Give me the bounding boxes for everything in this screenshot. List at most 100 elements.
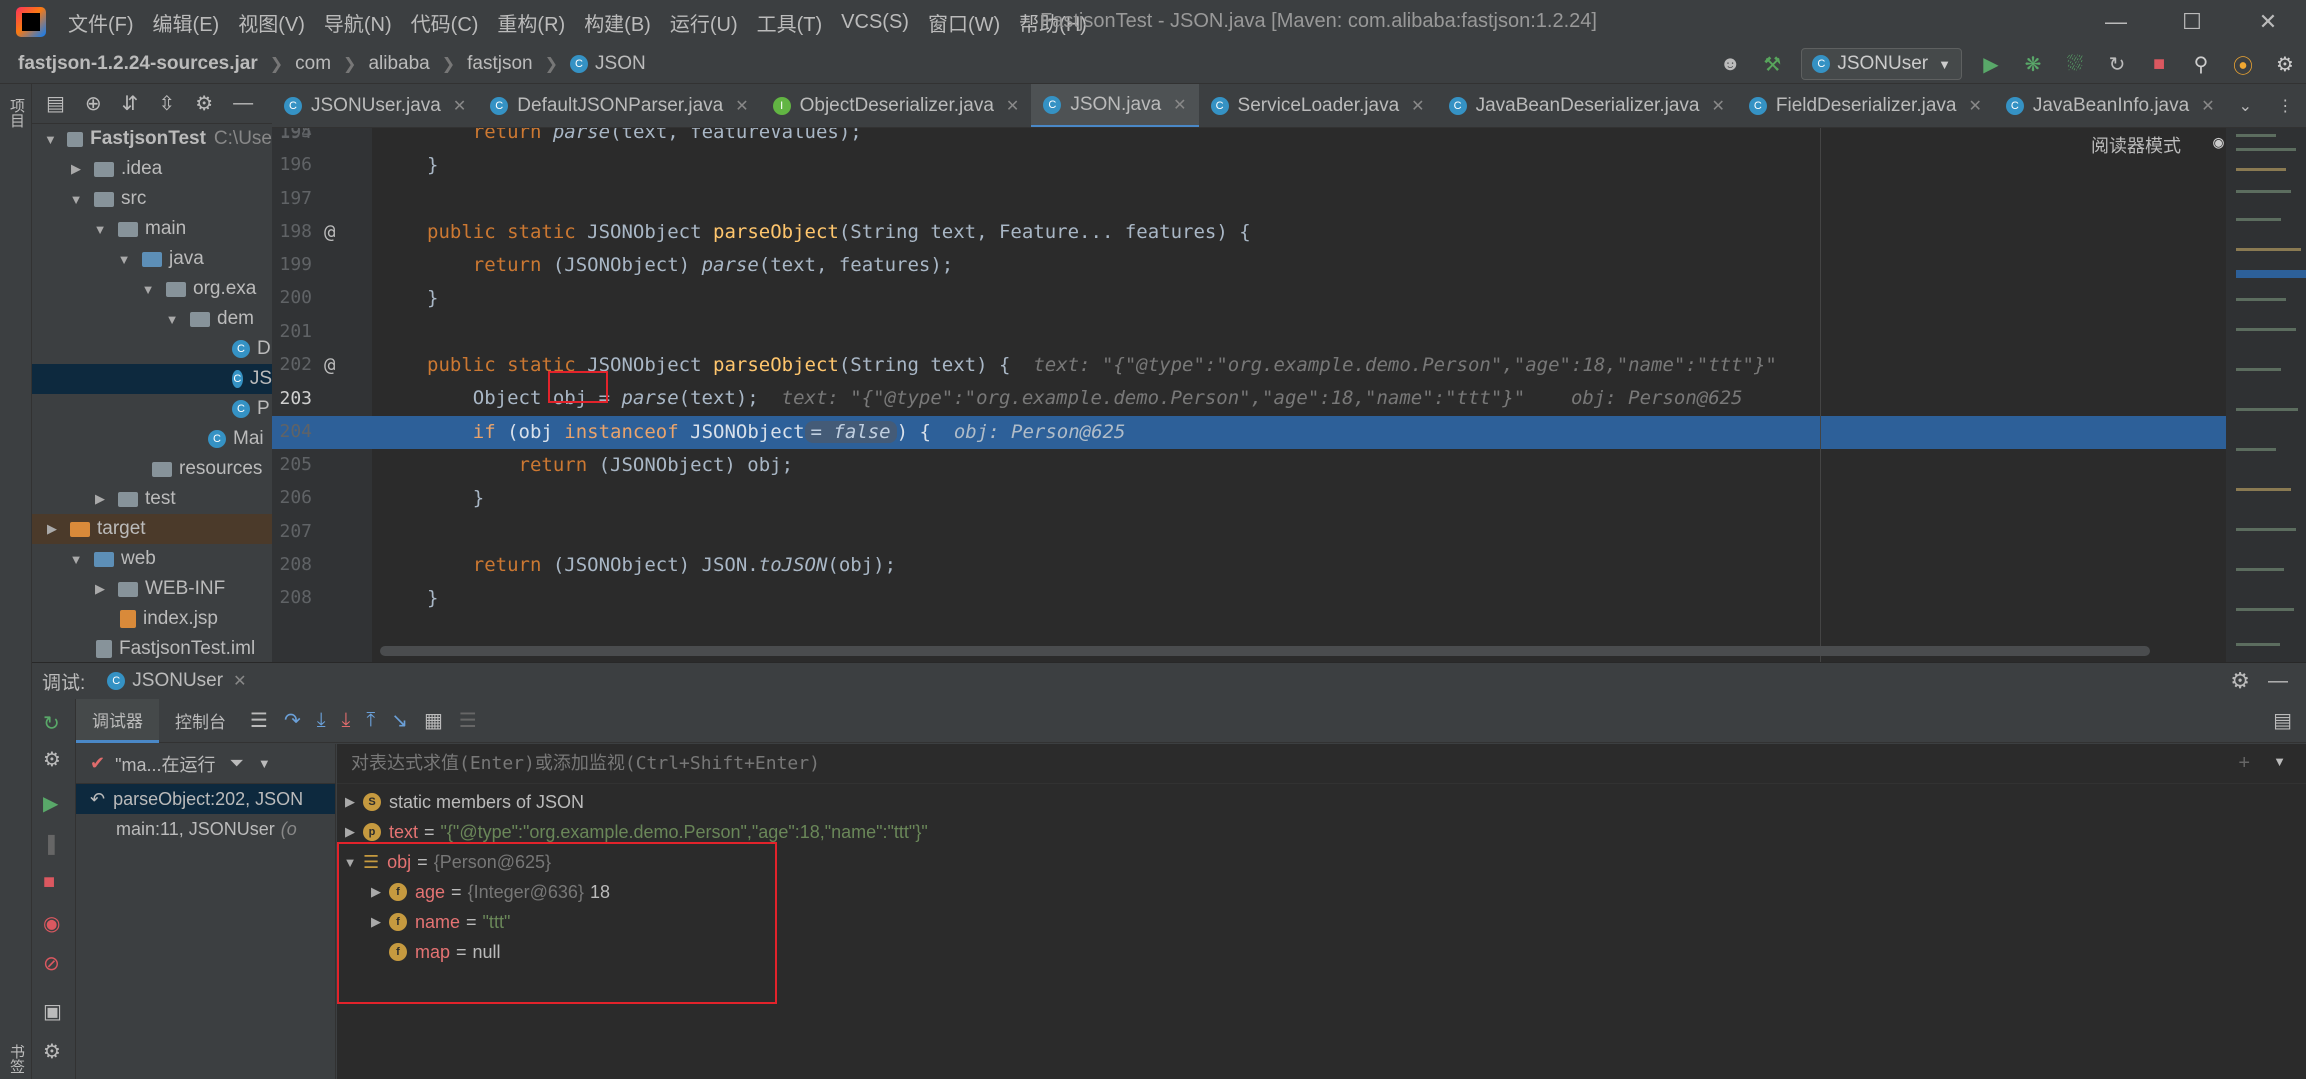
close-icon[interactable]: ✕ [735, 96, 748, 116]
tree-item[interactable]: ▼ java [32, 244, 272, 274]
chevron-down-icon[interactable]: ▼ [68, 192, 84, 207]
build-hammer-icon[interactable]: ⚒ [1755, 47, 1789, 81]
chevron-right-icon[interactable]: ▶ [92, 491, 108, 507]
update-icon[interactable]: ⦿ [2226, 47, 2260, 81]
settings-icon[interactable]: ⚙ [2268, 47, 2302, 81]
tree-item-selected[interactable]: C JS [32, 364, 272, 394]
wrench-icon[interactable]: ⚙ [43, 747, 61, 772]
menu-window[interactable]: 窗口(W) [928, 8, 1000, 37]
close-icon[interactable]: ✕ [1411, 96, 1424, 116]
user-icon[interactable]: ☻ [1713, 47, 1747, 81]
settings-icon[interactable]: ⚙ [43, 1039, 61, 1064]
tab-serviceloader[interactable]: C ServiceLoader.java ✕ [1199, 84, 1437, 127]
run-icon[interactable]: ▶ [1974, 47, 2008, 81]
tree-item[interactable]: CD [32, 334, 272, 364]
override-at-icon[interactable]: @ [324, 216, 335, 249]
step-into-icon[interactable]: ⤓ [317, 709, 326, 732]
menu-navigate[interactable]: 导航(N) [324, 8, 392, 37]
chevron-right-icon[interactable]: ▶ [337, 824, 363, 840]
force-step-into-icon[interactable]: ⤓ [342, 709, 351, 732]
chevron-down-icon[interactable]: ▼ [68, 552, 84, 567]
tree-item[interactable]: CP [32, 394, 272, 424]
tree-item[interactable]: ▼ FastjsonTest C:\Use [32, 124, 272, 154]
pause-icon[interactable]: ❚ [43, 831, 60, 856]
tab-jsonuser[interactable]: C JSONUser.java ✕ [272, 84, 478, 127]
chevron-down-icon[interactable]: ▼ [2273, 754, 2286, 769]
menu-lines-icon[interactable]: ☰ [250, 708, 268, 733]
thread-selector[interactable]: ✔ "ma...在运行 ⏷ ▼ [76, 744, 335, 784]
stop-icon[interactable]: ■ [2142, 47, 2176, 81]
breadcrumb-alibaba[interactable]: alibaba [368, 53, 429, 75]
trace-icon[interactable]: ☰ [459, 708, 477, 733]
camera-icon[interactable]: ▣ [43, 999, 62, 1024]
tab-defaultjsonparser[interactable]: C DefaultJSONParser.java ✕ [478, 84, 760, 127]
variable-row[interactable]: ▶ S static members of JSON [337, 787, 584, 817]
gear-icon[interactable]: ⚙ [195, 91, 213, 116]
tree-item[interactable]: FastjsonTest.iml [32, 634, 272, 662]
step-out-icon[interactable]: ⤒ [366, 709, 375, 732]
menu-vcs[interactable]: VCS(S) [841, 11, 909, 34]
coverage-icon[interactable]: ⛆ [2058, 47, 2092, 81]
code-minimap[interactable] [2226, 128, 2306, 662]
menu-file[interactable]: 文件(F) [68, 8, 134, 37]
chevron-down-icon[interactable]: ▼ [258, 756, 271, 771]
debug-session-tab[interactable]: JSONUser [132, 670, 223, 692]
tree-item[interactable]: ▼ src [32, 184, 272, 214]
rerun-icon[interactable]: ↻ [43, 711, 60, 736]
breadcrumb-com[interactable]: com [295, 53, 331, 75]
tab-fielddeserializer[interactable]: C FieldDeserializer.java ✕ [1737, 84, 1994, 127]
tab-javabeandeserializer[interactable]: C JavaBeanDeserializer.java ✕ [1437, 84, 1737, 127]
evaluate-expression-input[interactable]: 对表达式求值(Enter)或添加监视(Ctrl+Shift+Enter) [337, 744, 2306, 784]
stack-frame[interactable]: main:11, JSONUser (o [76, 814, 335, 844]
run-to-cursor-icon[interactable]: ↘ [391, 708, 408, 733]
breadcrumb-json[interactable]: JSON [595, 53, 646, 75]
menu-tools[interactable]: 工具(T) [757, 8, 823, 37]
close-icon[interactable]: ✕ [2201, 96, 2214, 116]
chevron-right-icon[interactable]: ▶ [68, 161, 84, 177]
gear-icon[interactable]: ⚙ [2230, 668, 2250, 694]
chevron-down-icon[interactable]: ▼ [116, 252, 132, 267]
code-editor[interactable]: 阅读器模式 ◉ ✓ 194 return parse(text, feature… [272, 128, 2306, 662]
tree-item[interactable]: resources [32, 454, 272, 484]
collapse-all-icon[interactable]: ⇳ [158, 91, 175, 116]
chevron-down-icon[interactable]: ▼ [164, 312, 180, 327]
close-icon[interactable]: ✕ [1968, 96, 1981, 116]
tree-item[interactable]: ▶ WEB-INF [32, 574, 272, 604]
tab-json[interactable]: C JSON.java ✕ [1031, 84, 1199, 127]
chevron-right-icon[interactable]: ▶ [44, 521, 60, 537]
chevron-down-icon[interactable]: ▼ [44, 132, 57, 147]
tree-item[interactable]: ▼ main [32, 214, 272, 244]
tab-javabeaninfo[interactable]: C JavaBeanInfo.java ✕ [1994, 84, 2227, 127]
override-at-icon[interactable]: @ [324, 349, 335, 382]
close-icon[interactable]: ✕ [1711, 96, 1724, 116]
menu-edit[interactable]: 编辑(E) [153, 8, 220, 37]
profile-icon[interactable]: ↻ [2100, 47, 2134, 81]
tree-item[interactable]: ▼ dem [32, 304, 272, 334]
tree-item[interactable]: ▶ .idea [32, 154, 272, 184]
menu-refactor[interactable]: 重构(R) [497, 8, 565, 37]
tree-item[interactable]: ▶ target [32, 514, 272, 544]
stop-icon[interactable]: ■ [43, 871, 55, 894]
resume-icon[interactable]: ▶ [43, 791, 58, 816]
minimize-panel-icon[interactable]: — [2268, 670, 2288, 693]
close-icon[interactable]: ✕ [1006, 96, 1019, 116]
menu-build[interactable]: 构建(B) [584, 8, 651, 37]
maximize-icon[interactable]: ☐ [2154, 0, 2230, 44]
chevron-right-icon[interactable]: ▶ [92, 581, 108, 597]
menu-run[interactable]: 运行(U) [670, 8, 738, 37]
breadcrumb-fastjson[interactable]: fastjson [467, 53, 532, 75]
menu-code[interactable]: 代码(C) [411, 8, 479, 37]
chevron-down-icon[interactable]: ▼ [140, 282, 156, 297]
close-icon[interactable]: ✕ [1173, 95, 1186, 115]
close-icon[interactable]: ✕ [2230, 0, 2306, 44]
add-watch-icon[interactable]: + [2238, 752, 2250, 775]
layout-icon[interactable]: ▤ [2273, 708, 2292, 733]
tree-item[interactable]: C Mai [32, 424, 272, 454]
step-over-icon[interactable]: ↷ [284, 708, 301, 733]
debug-icon[interactable]: ❋ [2016, 47, 2050, 81]
close-icon[interactable]: ✕ [233, 671, 246, 691]
tree-item[interactable]: ▼ org.exa [32, 274, 272, 304]
chevron-right-icon[interactable]: ▶ [337, 794, 363, 810]
run-config-select[interactable]: C JSONUser ▼ [1801, 48, 1962, 80]
tree-item[interactable]: index.jsp [32, 604, 272, 634]
